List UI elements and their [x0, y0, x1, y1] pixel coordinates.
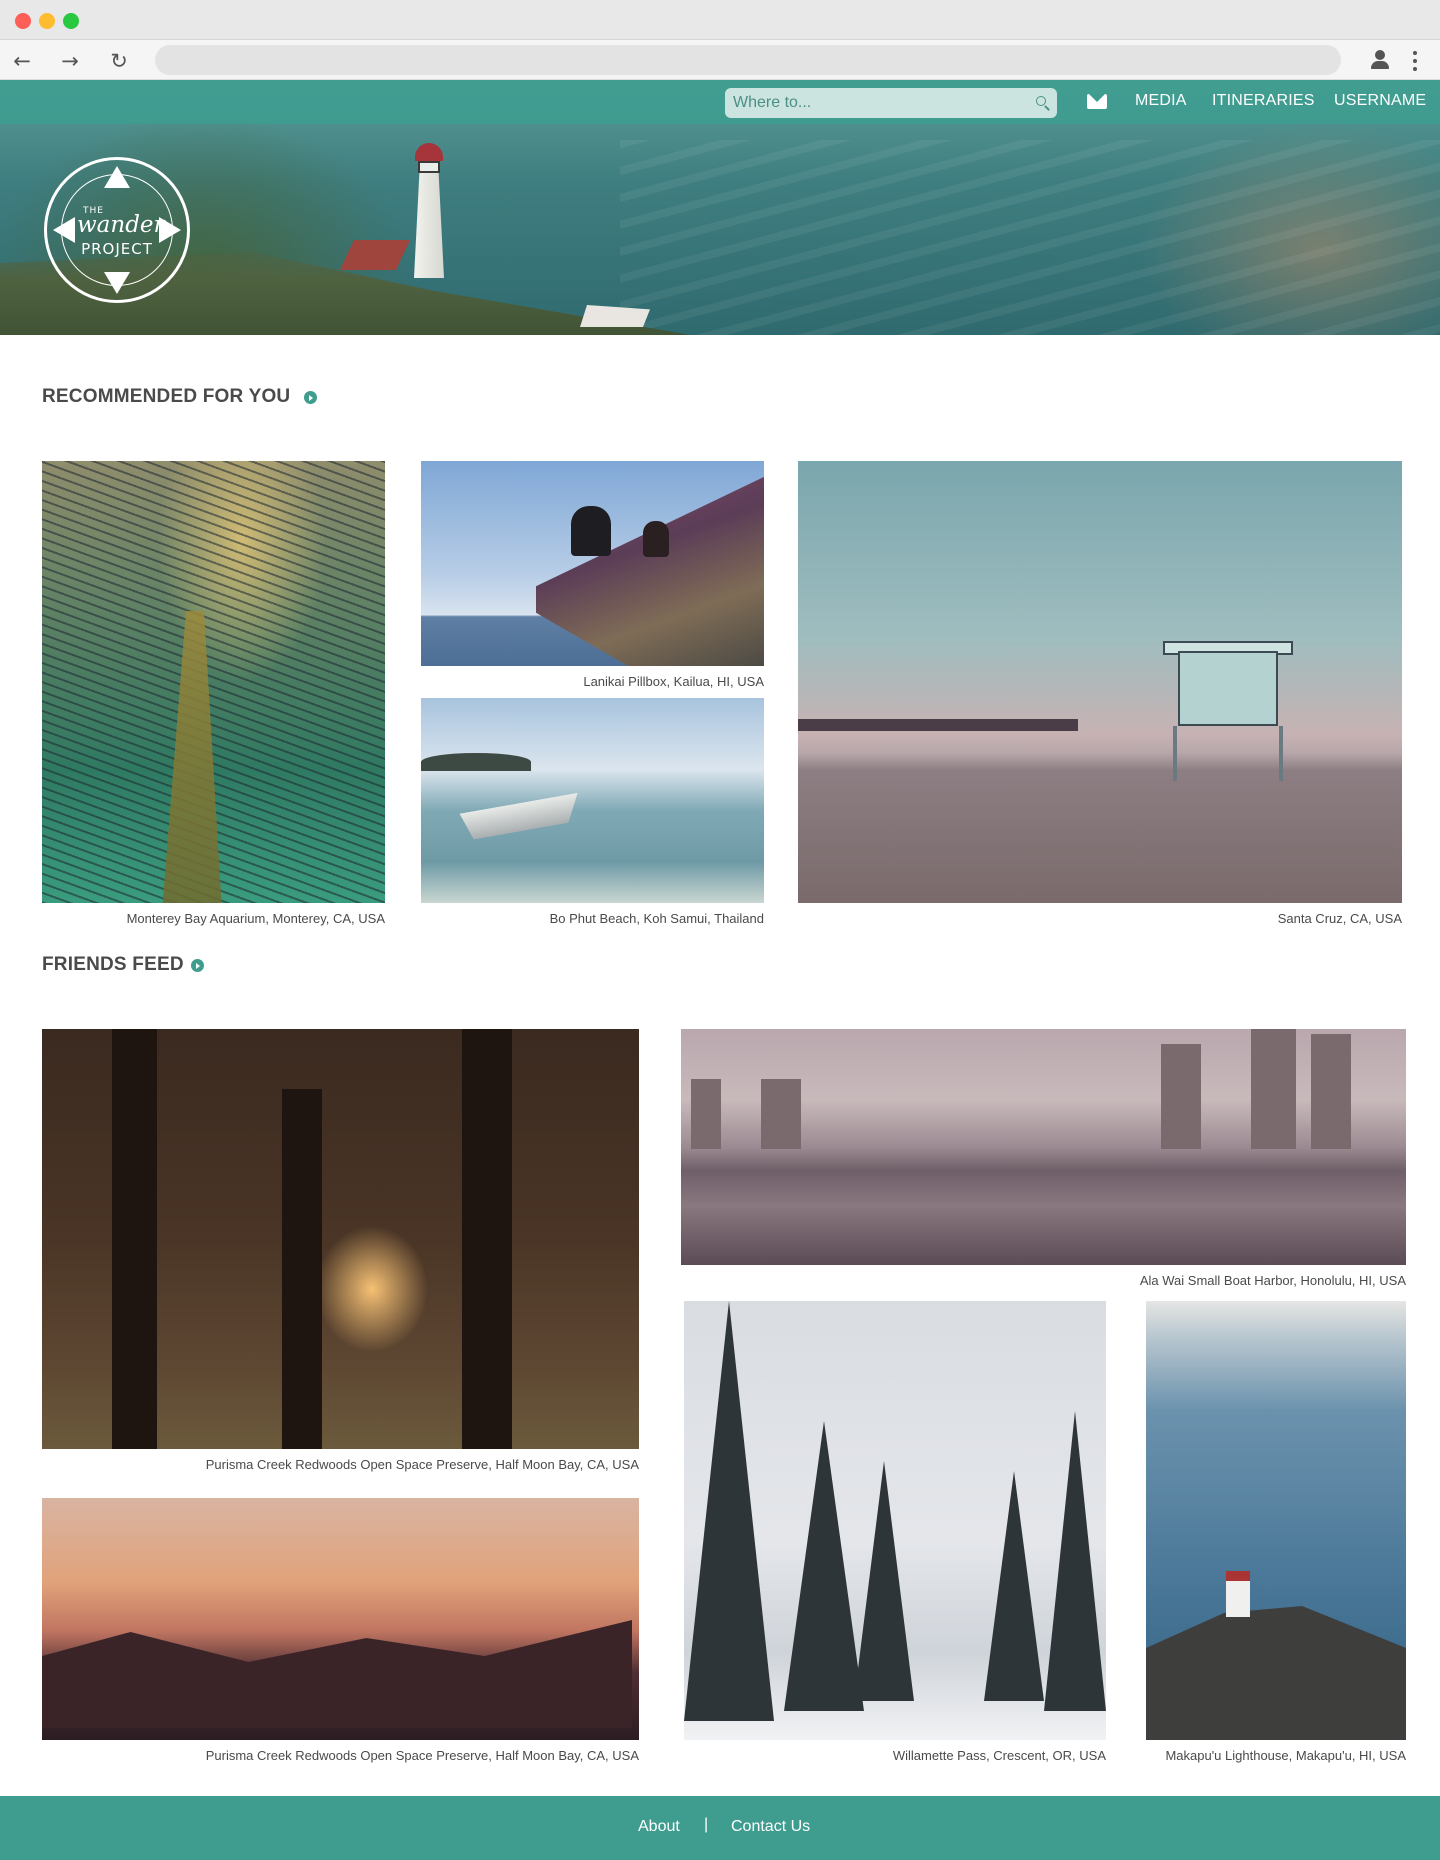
more-menu-icon[interactable] [1407, 49, 1423, 73]
search-icon[interactable] [1036, 96, 1050, 111]
photo-willamette-pass[interactable] [684, 1301, 1106, 1740]
browser-titlebar [0, 0, 1440, 40]
photo-monterey-aquarium[interactable] [42, 461, 385, 903]
photo-caption: Ala Wai Small Boat Harbor, Honolulu, HI,… [1139, 1273, 1406, 1288]
maximize-window-button[interactable] [63, 13, 79, 29]
hero-ocean-texture [620, 140, 1440, 335]
hero-lighthouse [412, 143, 446, 278]
footer-separator: | [704, 1816, 709, 1833]
footer-contact-link[interactable]: Contact Us [731, 1818, 810, 1836]
browser-toolbar: ← → ↻ [0, 40, 1440, 80]
back-arrow-icon[interactable]: ← [9, 48, 35, 74]
nav-itineraries-link[interactable]: ITINERARIES [1212, 92, 1315, 110]
mail-icon[interactable] [1087, 94, 1107, 109]
address-bar[interactable] [155, 45, 1341, 75]
photo-purisma-redwoods-sunset[interactable] [42, 1498, 639, 1740]
photo-caption: Makapu'u Lighthouse, Makapu'u, HI, USA [1165, 1748, 1406, 1763]
photo-caption: Purisma Creek Redwoods Open Space Preser… [205, 1457, 639, 1472]
photo-bo-phut-beach[interactable] [421, 698, 764, 903]
reload-icon[interactable]: ↻ [106, 48, 132, 74]
nav-username-link[interactable]: USERNAME [1334, 92, 1426, 110]
wander-project-logo[interactable]: THE wander PROJECT [41, 154, 193, 306]
photo-caption: Bo Phut Beach, Koh Samui, Thailand [549, 911, 764, 926]
hero-house-roof [340, 240, 410, 270]
recommended-arrow-icon[interactable] [304, 391, 317, 404]
nav-media-link[interactable]: MEDIA [1135, 92, 1187, 110]
photo-santa-cruz[interactable] [798, 461, 1402, 903]
forward-arrow-icon[interactable]: → [57, 48, 83, 74]
friends-feed-arrow-icon[interactable] [191, 959, 204, 972]
photo-caption: Willamette Pass, Crescent, OR, USA [892, 1748, 1106, 1763]
photo-caption: Santa Cruz, CA, USA [1277, 911, 1402, 926]
search-box [725, 88, 1057, 118]
minimize-window-button[interactable] [39, 13, 55, 29]
photo-caption: Purisma Creek Redwoods Open Space Preser… [205, 1748, 639, 1763]
top-navbar: MEDIA ITINERARIES USERNAME [0, 80, 1440, 124]
photo-lanikai-pillbox[interactable] [421, 461, 764, 666]
site-footer: About | Contact Us [0, 1796, 1440, 1860]
account-icon[interactable] [1367, 47, 1393, 73]
photo-caption: Monterey Bay Aquarium, Monterey, CA, USA [126, 911, 385, 926]
close-window-button[interactable] [15, 13, 31, 29]
photo-makapuu-lighthouse[interactable] [1146, 1301, 1406, 1740]
footer-about-link[interactable]: About [638, 1818, 680, 1836]
friends-feed-section-title: FRIENDS FEED [42, 954, 184, 975]
photo-purisma-redwoods-forest[interactable] [42, 1029, 639, 1449]
recommended-section-title: RECOMMENDED FOR YOU [42, 386, 291, 407]
search-input[interactable] [733, 88, 1023, 118]
photo-caption: Lanikai Pillbox, Kailua, HI, USA [583, 674, 764, 689]
hero-banner: MEDIA ITINERARIES USERNAME THE wander PR… [0, 80, 1440, 335]
photo-ala-wai-harbor[interactable] [681, 1029, 1406, 1265]
